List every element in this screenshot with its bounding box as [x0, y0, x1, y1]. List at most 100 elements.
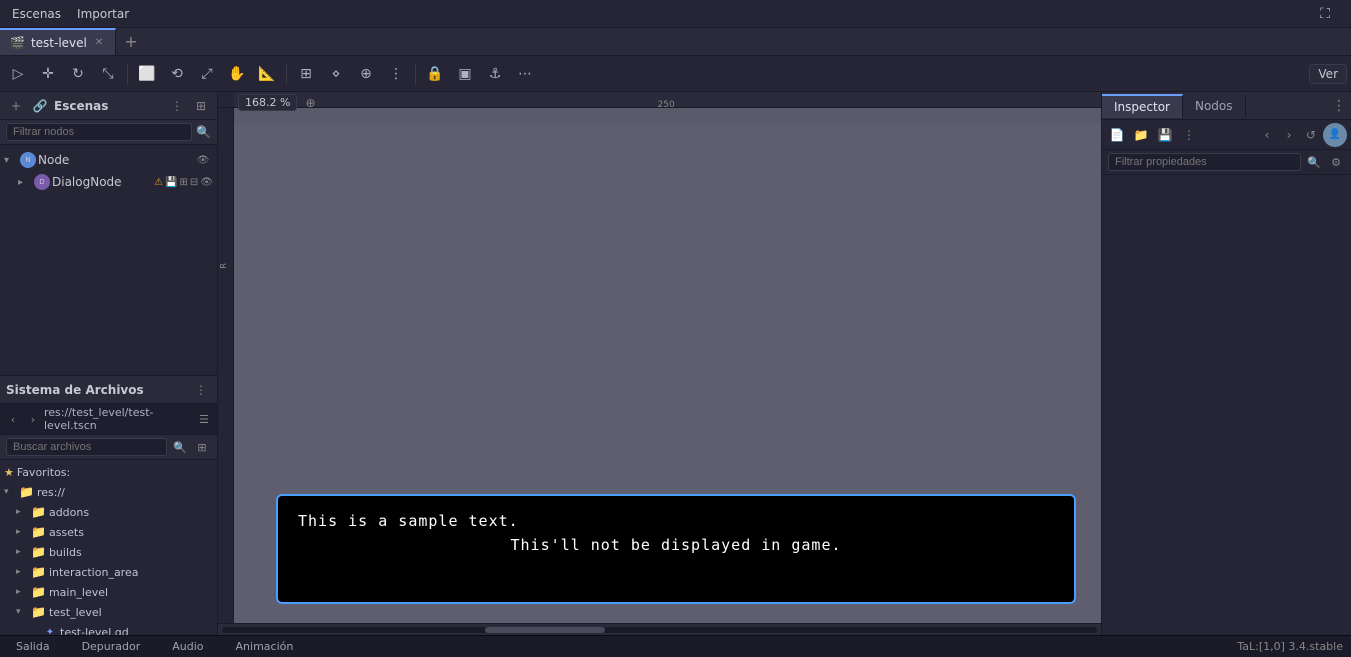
filter-properties-input[interactable]	[1108, 153, 1301, 171]
fs-search-input[interactable]	[6, 438, 167, 456]
scene-panel-filter[interactable]: ⊞	[191, 96, 211, 116]
ruler-top: 250 168.2 % ⊕	[218, 92, 1101, 108]
test-level-expand-icon: ▾	[16, 607, 28, 617]
pivot-btn[interactable]: ⊕	[352, 61, 380, 87]
rotate-tool-btn[interactable]: ↻	[64, 61, 92, 87]
fs-layout-btn[interactable]: ☰	[195, 410, 213, 428]
scene-search-input[interactable]	[6, 123, 192, 141]
tab-nodos[interactable]: Nodos	[1183, 95, 1246, 117]
inspector-open-script-btn[interactable]: 📄	[1106, 124, 1128, 146]
fs-back-btn[interactable]: ‹	[4, 410, 22, 428]
tree-item-dialog-node[interactable]: ▸ D DialogNode ⚠ 💾 ⊞ ⊟ 👁	[0, 171, 217, 193]
fs-search-icon: 🔍	[171, 438, 189, 456]
tab-close-test-level[interactable]: ✕	[93, 37, 105, 48]
fs-item-res[interactable]: ▾ 📁 res://	[0, 482, 217, 502]
dots2-btn[interactable]: ⋯	[511, 61, 539, 87]
snap-btn[interactable]: ⋄	[322, 61, 350, 87]
group-btn[interactable]: ▣	[451, 61, 479, 87]
node-type-icon: N	[20, 152, 36, 168]
addons-expand-icon: ▸	[16, 507, 28, 517]
dialog-node-eye-icon: 👁	[200, 177, 213, 188]
dots-btn[interactable]: ⋮	[382, 61, 410, 87]
scene-link-btn[interactable]: 🔗	[30, 96, 50, 116]
viewport-zoom-bar: 168.2 % ⊕	[238, 94, 320, 111]
lock-btn[interactable]: 🔒	[421, 61, 449, 87]
sep-1	[127, 64, 128, 84]
interaction-area-folder-icon: 📁	[31, 565, 46, 579]
move-tool-btn[interactable]: ✛	[34, 61, 62, 87]
test-level-folder-icon: 📁	[31, 605, 46, 619]
fs-favorites-header: ★ Favoritos:	[0, 462, 217, 482]
assets-label: assets	[49, 526, 84, 539]
inspector-back-btn[interactable]: ‹	[1257, 125, 1277, 145]
status-tab-salida[interactable]: Salida	[8, 638, 58, 655]
move2-btn[interactable]: ⤢	[193, 61, 221, 87]
dialog-box[interactable]: This is a sample text. This'll not be di…	[276, 494, 1076, 604]
filter-options-icon[interactable]: ⚙	[1327, 153, 1345, 171]
view-btn[interactable]: Ver	[1309, 64, 1347, 84]
fs-item-interaction-area[interactable]: ▸ 📁 interaction_area	[0, 562, 217, 582]
menu-importar[interactable]: Importar	[69, 5, 137, 23]
scene-add-btn[interactable]: +	[6, 96, 26, 116]
fs-header: Sistema de Archivos ⋮	[0, 376, 217, 404]
fs-forward-btn[interactable]: ›	[24, 410, 42, 428]
status-tab-animacion[interactable]: Animación	[228, 638, 302, 655]
scene-panel-menu[interactable]: ⋮	[167, 96, 187, 116]
tab-add-btn[interactable]: +	[116, 32, 145, 51]
fs-item-assets[interactable]: ▸ 📁 assets	[0, 522, 217, 542]
fs-item-addons[interactable]: ▸ 📁 addons	[0, 502, 217, 522]
inspector-folder-btn[interactable]: 📁	[1130, 124, 1152, 146]
fullscreen-btn[interactable]: ⛶	[1311, 1, 1339, 27]
tree-item-node[interactable]: ▾ N Node 👁	[0, 149, 217, 171]
scene-search-bar: 🔍	[0, 120, 217, 145]
fs-item-test-level-gd[interactable]: ✦ test-level.gd	[0, 622, 217, 635]
ruler-btn[interactable]: 📐	[253, 61, 281, 87]
tab-test-level[interactable]: 🎬 test-level ✕	[0, 28, 116, 55]
main-toolbar: ▷ ✛ ↻ ⤡ ⬜ ⟲ ⤢ ✋ 📐 ⊞ ⋄ ⊕ ⋮ 🔒 ▣ ⚓ ⋯ Ver	[0, 56, 1351, 92]
scale-tool-btn[interactable]: ⤡	[94, 61, 122, 87]
tab-inspector[interactable]: Inspector	[1102, 94, 1183, 118]
node-expand-icon: ▾	[4, 155, 18, 166]
inspector-reset-btn[interactable]: ↺	[1301, 125, 1321, 145]
zoom-reset-btn[interactable]: ⊕	[301, 95, 319, 111]
zoom-indicator[interactable]: 168.2 %	[238, 94, 297, 111]
select-rect-btn[interactable]: ⬜	[133, 61, 161, 87]
fs-item-builds[interactable]: ▸ 📁 builds	[0, 542, 217, 562]
fs-search-bar: 🔍 ⊞	[0, 435, 217, 460]
transform-btn[interactable]: ⟲	[163, 61, 191, 87]
inspector-save-btn[interactable]: 💾	[1154, 124, 1176, 146]
res-expand-icon: ▾	[4, 487, 16, 497]
node-visibility-btn[interactable]: 👁	[193, 150, 213, 170]
h-scrollbar-thumb[interactable]	[485, 627, 605, 633]
dialog-line2: This'll not be displayed in game.	[298, 536, 1054, 554]
select-tool-btn[interactable]: ▷	[4, 61, 32, 87]
right-panel-menu-btn[interactable]: ⋮	[1327, 98, 1351, 114]
scene-tree: ▾ N Node 👁 ▸ D DialogNode ⚠ 💾 ⊞ ⊟ 👁	[0, 145, 217, 375]
fs-sort-icon: ⊞	[193, 438, 211, 456]
scene-panel-header: + 🔗 Escenas ⋮ ⊞	[0, 92, 217, 120]
fs-menu-btn[interactable]: ⋮	[191, 380, 211, 400]
fs-item-main-level[interactable]: ▸ 📁 main_level	[0, 582, 217, 602]
grid-btn[interactable]: ⊞	[292, 61, 320, 87]
status-tab-audio[interactable]: Audio	[164, 638, 211, 655]
viewport[interactable]: 250 168.2 % ⊕ R This is a sample	[218, 92, 1101, 635]
fs-tree: ★ Favoritos: ▾ 📁 res:// ▸ 📁 addons	[0, 460, 217, 635]
h-scrollbar[interactable]	[218, 623, 1101, 635]
assets-expand-icon: ▸	[16, 527, 28, 537]
addons-folder-icon: 📁	[31, 505, 46, 519]
main-level-folder-icon: 📁	[31, 585, 46, 599]
canvas-content[interactable]: This is a sample text. This'll not be di…	[234, 124, 1101, 623]
inspector-forward-btn[interactable]: ›	[1279, 125, 1299, 145]
inspector-more-btn[interactable]: ⋮	[1178, 124, 1200, 146]
sep-2	[286, 64, 287, 84]
fs-item-test-level-folder[interactable]: ▾ 📁 test_level	[0, 602, 217, 622]
dialog-node-warning-icon: ⚠	[154, 177, 163, 188]
main-layout: + 🔗 Escenas ⋮ ⊞ 🔍 ▾ N Node 👁 ▸ D Dial	[0, 92, 1351, 635]
anchor-btn[interactable]: ⚓	[481, 61, 509, 87]
h-scrollbar-track[interactable]	[222, 627, 1097, 633]
pan-btn[interactable]: ✋	[223, 61, 251, 87]
menu-escenas[interactable]: Escenas	[4, 5, 69, 23]
dialog-node-expand-icon: ▸	[18, 177, 32, 188]
status-tab-depurador[interactable]: Depurador	[74, 638, 149, 655]
user-avatar[interactable]: 👤	[1323, 123, 1347, 147]
